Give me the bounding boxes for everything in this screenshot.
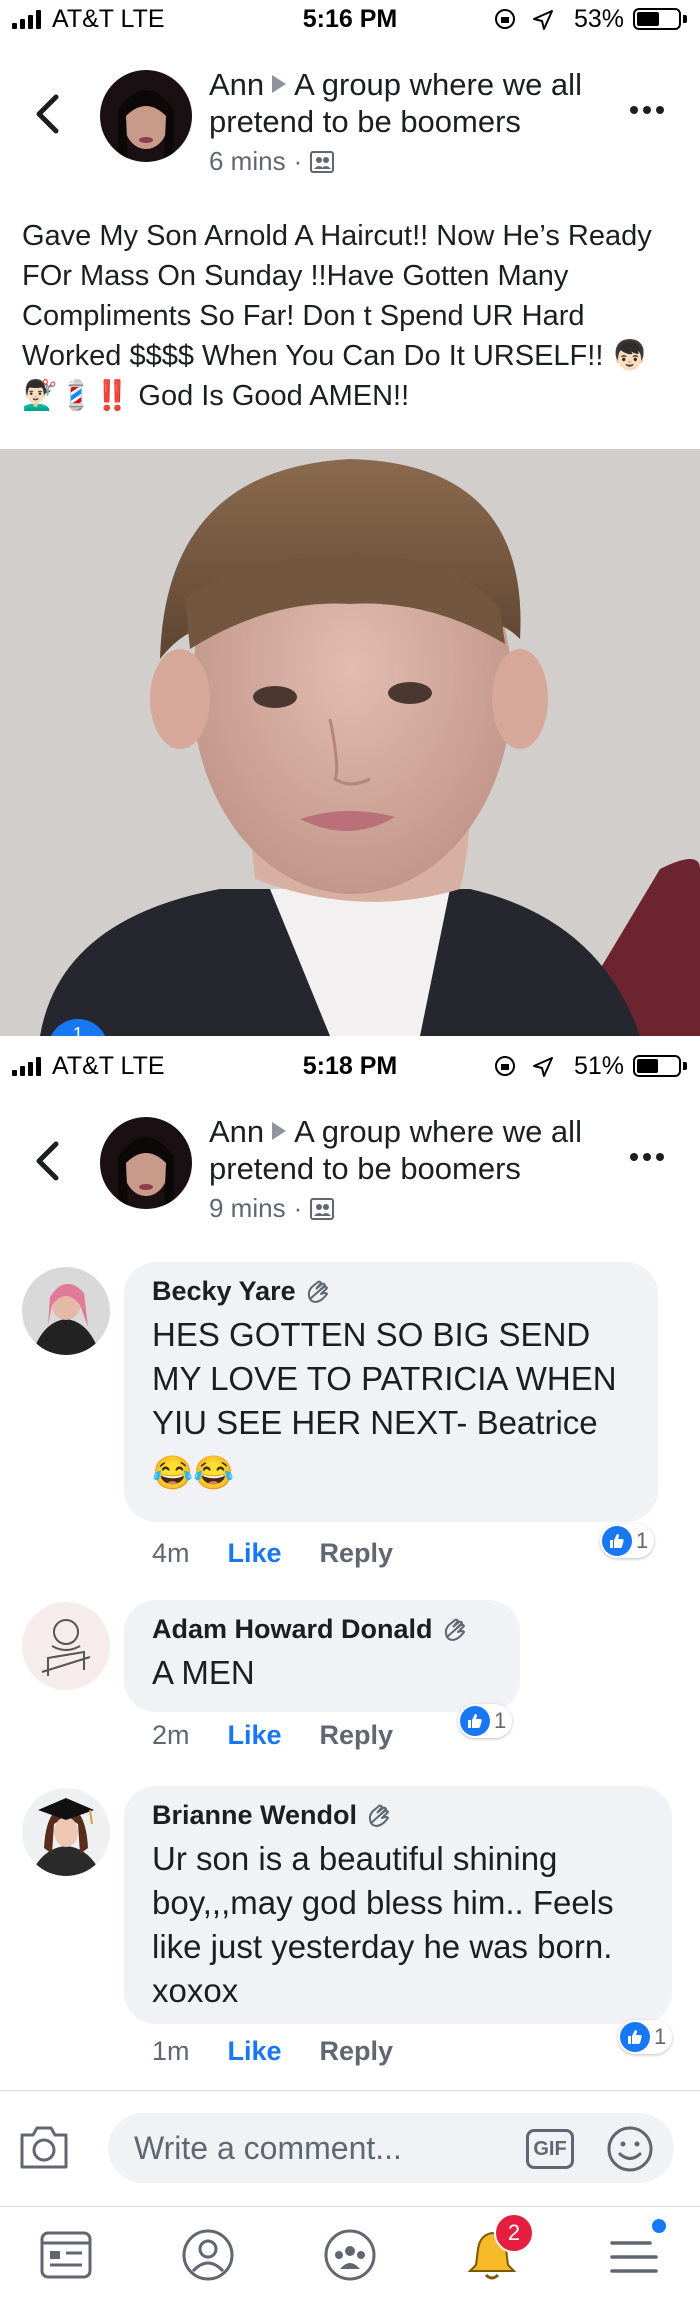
post-header: Ann A group where we all pretend to be bo… [0,1113,700,1243]
post-time[interactable]: 9 mins [209,1193,286,1224]
comment-time: 1m [152,2036,190,2066]
group-name[interactable]: A group where we all pretend to be boome… [209,67,582,139]
comment-author[interactable]: Brianne Wendol [152,1800,357,1831]
comment-author[interactable]: Becky Yare [152,1276,296,1307]
battery-percent: 51% [574,1052,625,1080]
emoji-icon[interactable] [606,2125,654,2173]
comment-time: 2m [152,1720,190,1750]
comment-placeholder: Write a comment... [134,2130,402,2166]
like-button[interactable]: Like [228,2036,282,2067]
location-icon [533,1057,553,1077]
reaction-count[interactable]: 1 [458,1704,513,1738]
thumbs-up-icon [460,1706,490,1736]
author-name[interactable]: Ann [209,1114,264,1149]
comment-time: 4m [152,1538,190,1568]
comment-composer: Write a comment... GIF [0,2090,700,2201]
post-meta: 6 mins · [209,146,335,177]
arrow-right-icon [272,75,287,93]
profile-icon[interactable] [180,2227,236,2283]
location-icon [533,10,553,30]
post-title: Ann A group where we all pretend to be bo… [209,66,619,140]
comment-bubble: Becky Yare HES GOTTEN SO BIG SEND MY LOV… [124,1262,658,1522]
comment-actions: 2m Like Reply [152,1720,393,1751]
rotation-lock-icon [495,1056,515,1076]
avatar[interactable] [22,1788,110,1876]
chevron-left-icon[interactable] [34,94,60,134]
thumbs-up-icon [602,1526,632,1556]
post-time[interactable]: 6 mins [209,146,286,177]
avatar[interactable] [100,1117,192,1209]
comment-author[interactable]: Adam Howard Donald [152,1614,433,1645]
more-icon[interactable] [630,1153,664,1161]
menu-icon[interactable] [606,2227,662,2283]
avatar[interactable] [100,70,192,162]
wave-icon [307,1280,328,1303]
comment-bubble: Brianne Wendol Ur son is a beautiful shi… [124,1786,672,2024]
notification-badge: 2 [494,2213,534,2253]
group-privacy-icon [310,1197,335,1220]
post-text: Gave My Son Arnold A Haircut!! Now He’s … [22,220,652,412]
reaction-count[interactable]: 1 [618,2020,673,2054]
reply-button[interactable]: Reply [320,1538,394,1569]
comment-input[interactable]: Write a comment... GIF [108,2113,674,2183]
news-feed-icon[interactable] [38,2227,94,2283]
reply-button[interactable]: Reply [320,1720,394,1751]
rotation-lock-icon [495,9,515,29]
post-photo[interactable]: 1 [0,449,700,1036]
menu-notification-dot [652,2219,666,2233]
status-bar: AT&T LTE 5:18 PM 51% [0,1047,700,1087]
comment-text: HES GOTTEN SO BIG SEND MY LOVE TO PATRIC… [152,1316,617,1441]
comment-actions: 4m Like Reply [152,1538,393,1569]
like-button[interactable]: Like [228,1720,282,1751]
battery-percent: 53% [574,5,625,33]
comment-emoji: 😂😂 [152,1454,235,1491]
wave-icon [368,1804,390,1827]
camera-icon[interactable] [18,2123,70,2171]
post-title: Ann A group where we all pretend to be bo… [209,1113,619,1187]
post-meta: 9 mins · [209,1193,335,1224]
comment-bubble: Adam Howard Donald A MEN [124,1600,520,1712]
avatar[interactable] [22,1602,110,1690]
avatar[interactable] [22,1267,110,1355]
groups-icon[interactable] [322,2227,378,2283]
reply-button[interactable]: Reply [320,2036,394,2067]
gif-button[interactable]: GIF [526,2129,574,2169]
tab-bar: 2 [0,2206,700,2302]
comment-text: Ur son is a beautiful shining boy,,,may … [152,1840,614,2009]
thumbs-up-icon [620,2022,650,2052]
reaction-count[interactable]: 1 [600,1524,655,1558]
comment-actions: 1m Like Reply [152,2036,393,2067]
wave-icon [444,1618,465,1641]
author-name[interactable]: Ann [209,67,264,102]
battery-icon [633,1055,681,1077]
battery-icon [633,8,681,30]
chevron-left-icon[interactable] [34,1141,60,1181]
status-bar: AT&T LTE 5:16 PM 53% [0,0,700,40]
like-button[interactable]: Like [228,1538,282,1569]
group-privacy-icon [310,150,335,173]
arrow-right-icon [272,1122,287,1140]
more-icon[interactable] [630,106,664,114]
comment-text: A MEN [152,1654,255,1691]
group-name[interactable]: A group where we all pretend to be boome… [209,1114,582,1186]
post-header: Ann A group where we all pretend to be bo… [0,66,700,196]
